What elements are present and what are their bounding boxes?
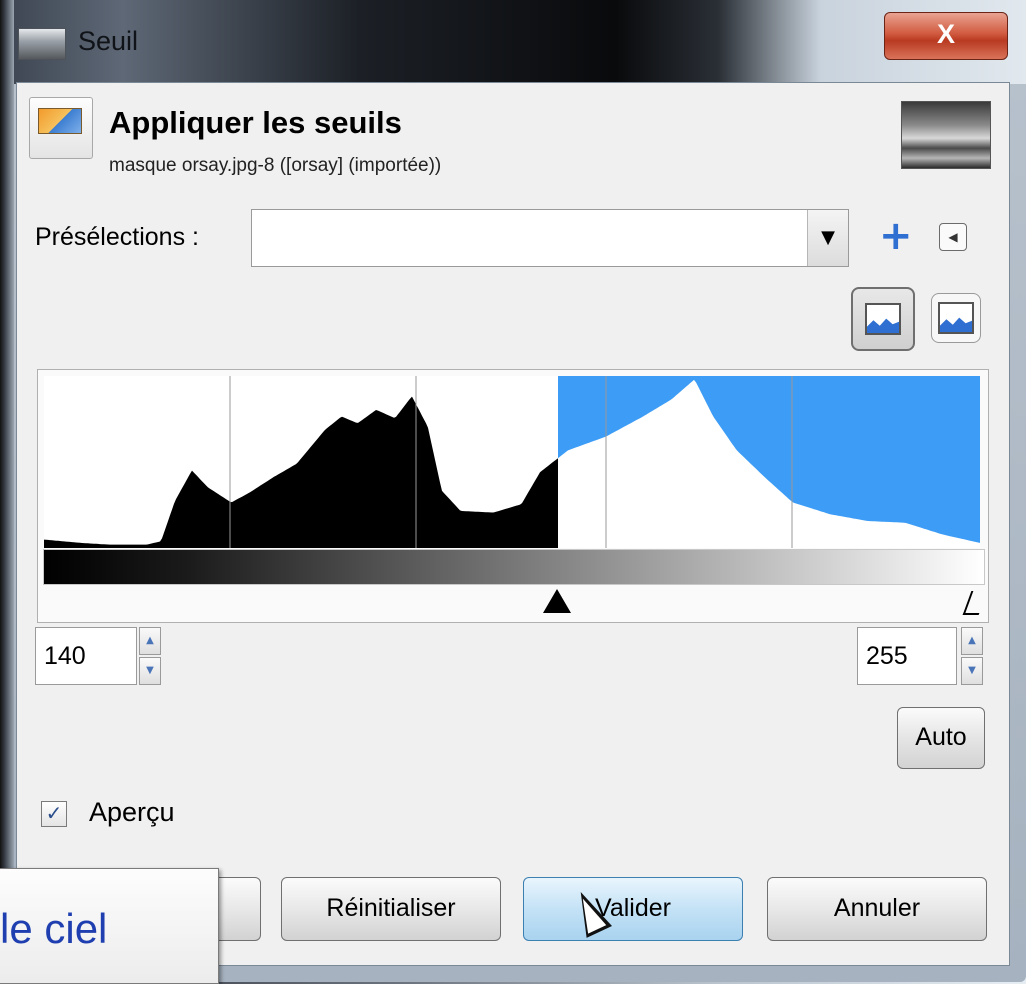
close-button[interactable]: X — [884, 12, 1008, 60]
presets-label: Présélections : — [35, 223, 199, 251]
image-thumbnail — [901, 101, 991, 169]
fragment-text: le ciel — [0, 905, 108, 952]
triangle-left-icon[interactable]: ◀ — [939, 223, 967, 251]
low-threshold-input[interactable]: 140 — [35, 627, 137, 685]
histogram-graph — [44, 376, 980, 548]
cancel-button[interactable]: Annuler — [767, 877, 987, 941]
window-app-icon — [18, 28, 66, 60]
arrow-down-icon[interactable]: ▼ — [961, 657, 983, 685]
chevron-down-icon[interactable]: ▼ — [807, 210, 848, 266]
title-bar[interactable]: Seuil X — [0, 0, 1026, 84]
high-threshold-stepper[interactable]: ▲ ▼ — [961, 627, 983, 685]
threshold-tool-icon — [29, 97, 93, 159]
arrow-up-icon[interactable]: ▲ — [139, 627, 161, 655]
preview-checkbox[interactable]: ✓ — [41, 801, 67, 827]
plus-icon[interactable]: + — [879, 216, 913, 256]
ok-button[interactable]: Valider — [523, 877, 743, 941]
linear-histogram-icon — [865, 303, 901, 335]
arrow-down-icon[interactable]: ▼ — [139, 657, 161, 685]
log-histogram-button[interactable] — [931, 293, 981, 343]
low-threshold-handle[interactable] — [543, 589, 571, 613]
log-histogram-icon — [938, 302, 974, 334]
background-window-fragment: le ciel — [0, 868, 219, 984]
linear-histogram-button[interactable] — [851, 287, 915, 351]
presets-combo[interactable]: ▼ — [251, 209, 849, 267]
window-title: Seuil — [78, 26, 139, 56]
dialog-subtitle: masque orsay.jpg-8 ([orsay] (importée)) — [109, 155, 442, 176]
value-gradient-bar — [43, 549, 985, 585]
high-threshold-input[interactable]: 255 — [857, 627, 957, 685]
low-threshold-stepper[interactable]: ▲ ▼ — [139, 627, 161, 685]
dialog-client-area: Appliquer les seuils masque orsay.jpg-8 … — [16, 82, 1010, 966]
preview-label[interactable]: Aperçu — [89, 797, 175, 828]
arrow-up-icon[interactable]: ▲ — [961, 627, 983, 655]
window-left-edge — [0, 0, 14, 982]
auto-button[interactable]: Auto — [897, 707, 985, 769]
reset-button[interactable]: Réinitialiser — [281, 877, 501, 941]
dialog-heading: Appliquer les seuils — [109, 105, 402, 140]
